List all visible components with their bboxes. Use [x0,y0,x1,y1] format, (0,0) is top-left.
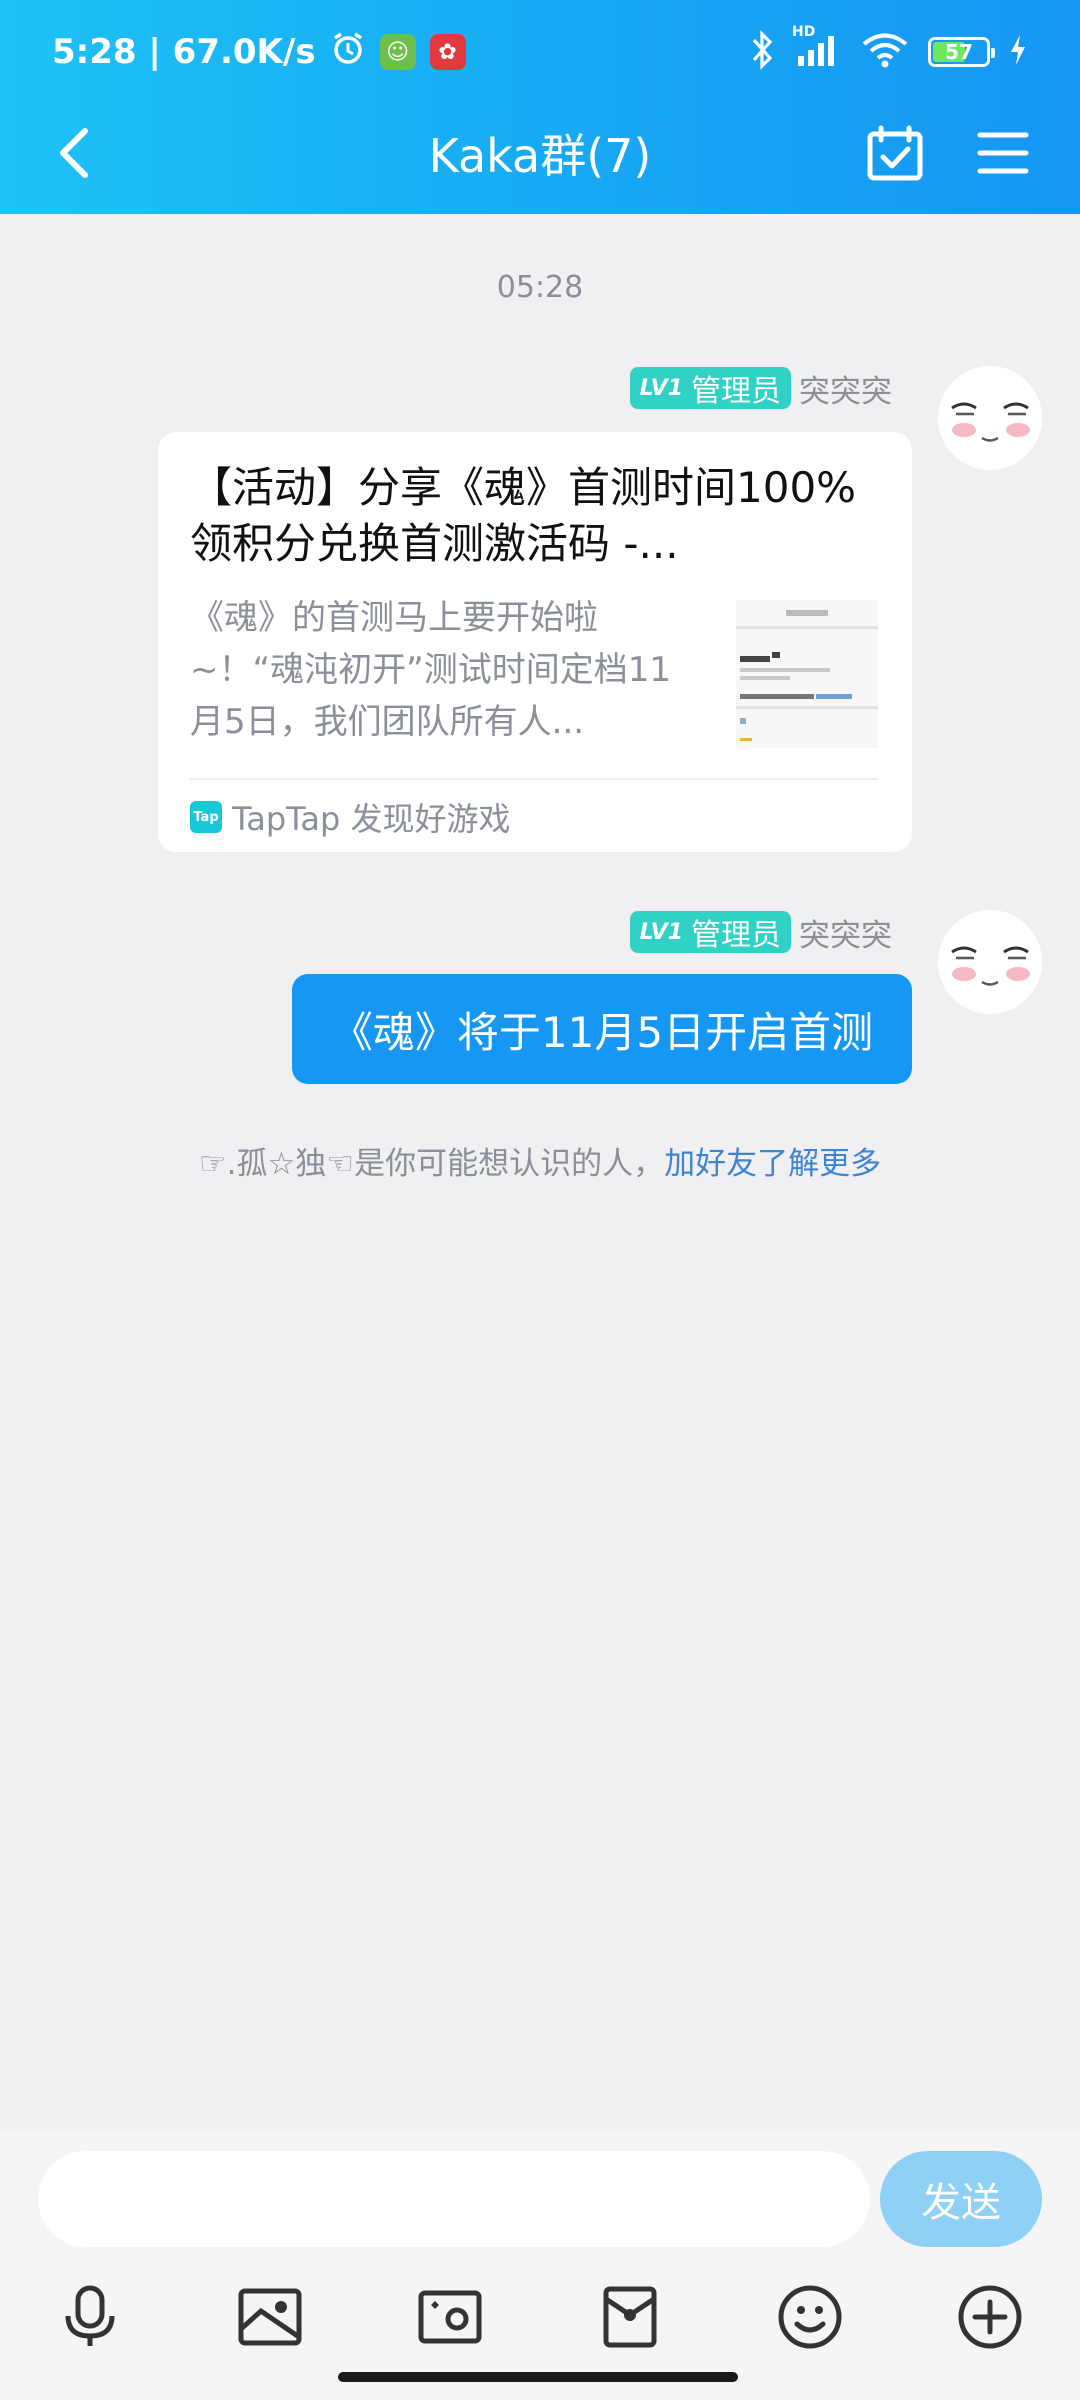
avatar[interactable] [938,910,1042,1014]
avatar[interactable] [938,366,1042,470]
calendar-check-icon [867,125,923,181]
app-notification-icon-2: ✿ [429,34,466,70]
battery-level: 57 [945,40,973,64]
card-divider [190,778,878,780]
home-indicator[interactable] [338,2372,738,2382]
send-button[interactable]: 发送 [880,2151,1042,2247]
microphone-icon [65,2285,115,2346]
message-input[interactable] [38,2151,870,2247]
sender-name: 突突突 [799,917,892,954]
add-friend-link[interactable]: 加好友了解更多 [664,1146,881,1182]
sender-info: LV1 管理员 突突突 [629,910,892,954]
more-button[interactable] [942,2269,1038,2365]
status-left: 5:28 | 67.0K/s ☺ ✿ [52,30,466,74]
member-badge: LV1 管理员 [629,911,791,953]
plus-icon [958,2285,1022,2349]
voice-button[interactable] [42,2269,138,2365]
charging-icon [1008,33,1028,71]
album-button[interactable] [222,2269,318,2365]
shared-link-card[interactable]: 【活动】分享《魂》首测时间100%领积分兑换首测激活码 -... 《魂》的首测马… [158,432,912,852]
red-packet-button[interactable] [582,2269,678,2365]
header: 5:28 | 67.0K/s ☺ ✿ HD 57 Kaka群(7) [0,0,1080,214]
role-label: 管理员 [691,374,781,409]
wifi-icon [860,31,910,73]
card-title: 【活动】分享《魂》首测时间100%领积分兑换首测激活码 -... [190,463,857,568]
app-notification-icon: ☺ [379,34,416,70]
chat-area[interactable]: 05:28 LV1 管理员 突突突 【活动】分享《魂》首测时间100%领积分兑换… [0,214,1080,2129]
image-icon [238,2288,302,2346]
system-tip: ☞.孤☆独☜是你可能想认识的人，加好友了解更多 [0,1138,1080,1183]
menu-button[interactable] [966,116,1040,190]
emoji-button[interactable] [762,2269,858,2365]
red-packet-icon [603,2286,657,2348]
sender-info: LV1 管理员 突突突 [629,366,892,410]
avatar-face-icon [938,366,1042,470]
system-tip-text: ☞.孤☆独☜是你可能想认识的人， [198,1146,665,1182]
status-time-speed: 5:28 | 67.0K/s [52,32,316,72]
status-bar: 5:28 | 67.0K/s ☺ ✿ HD 57 [0,0,1080,104]
card-source-label: TapTap 发现好游戏 [232,800,511,838]
battery-indicator: 57 [928,37,995,67]
camera-button[interactable] [402,2269,498,2365]
card-source: Tap TapTap 发现好游戏 [190,792,511,842]
title-bar: Kaka群(7) [0,104,1080,214]
input-bar: 发送 [0,2129,1080,2400]
bluetooth-icon [750,30,776,74]
member-badge: LV1 管理员 [629,367,791,409]
camera-icon [418,2290,482,2344]
emoji-icon [778,2285,842,2349]
level-label: LV1 [639,375,683,401]
message-timestamp: 05:28 [496,270,584,305]
status-right: HD 57 [750,24,1028,76]
taptap-logo-icon: Tap [190,801,222,833]
network-type: HD [792,24,816,40]
card-thumbnail [736,600,878,748]
text-message-bubble[interactable]: 《魂》将于11月5日开启首测 [292,974,912,1084]
card-description: 《魂》的首测马上要开始啦~！“魂沌初开”测试时间定档11月5日，我们团队所有人.… [190,598,671,742]
hamburger-menu-icon [977,132,1029,174]
alarm-icon [330,30,366,75]
input-toolbar [0,2269,1080,2365]
signal-icon: HD [792,24,842,72]
calendar-checkin-button[interactable] [858,116,932,190]
avatar-face-icon [938,910,1042,1014]
sender-name: 突突突 [799,373,892,410]
role-label: 管理员 [691,918,781,953]
level-label: LV1 [639,919,683,945]
